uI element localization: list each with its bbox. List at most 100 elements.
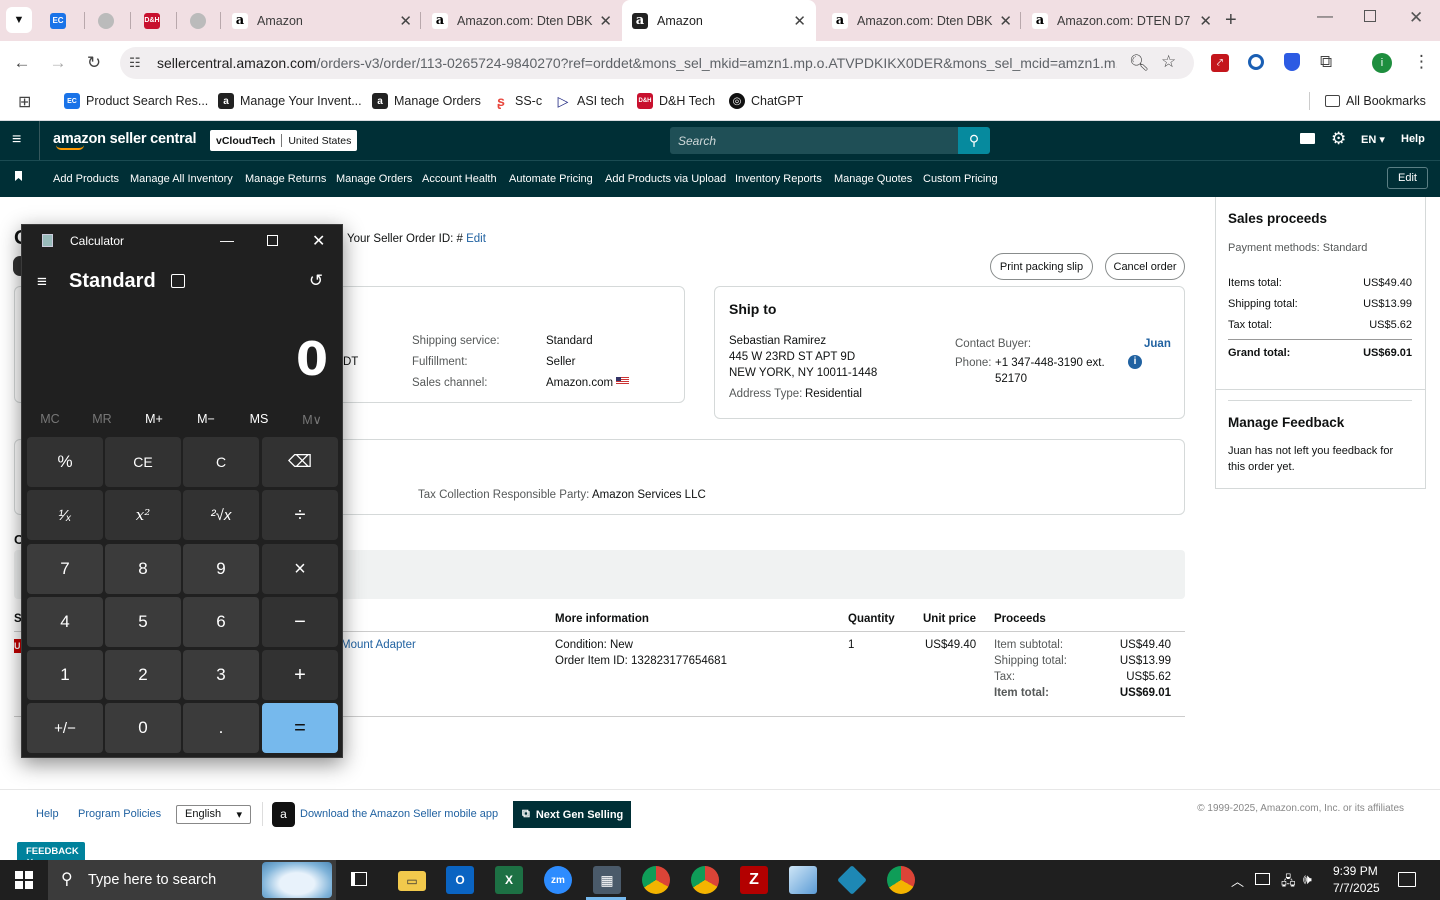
keep-on-top-icon[interactable]: [171, 274, 185, 288]
equals-button[interactable]: =: [262, 703, 338, 753]
site-info-icon[interactable]: ☷: [129, 55, 141, 71]
cancel-order-button[interactable]: Cancel order: [1105, 253, 1185, 280]
feedback-tab[interactable]: FEEDBACK ✕: [17, 842, 85, 868]
memory-subtract-button[interactable]: M−: [186, 412, 226, 426]
calculator-taskbar-icon[interactable]: ▦: [593, 866, 621, 894]
print-packing-slip-button[interactable]: Print packing slip: [990, 253, 1093, 280]
extension-blue-icon[interactable]: [1248, 54, 1264, 70]
item-title-link[interactable]: Mount Adapter: [341, 639, 416, 651]
contact-buyer-link[interactable]: Juan: [1144, 338, 1171, 350]
clear-entry-button[interactable]: CE: [105, 437, 181, 487]
digit-6-button[interactable]: 6: [183, 597, 259, 647]
nav-inventory-reports[interactable]: Inventory Reports: [735, 173, 822, 185]
digit-1-button[interactable]: 1: [27, 650, 103, 700]
zoom-icon[interactable]: 🔍︎: [1129, 53, 1149, 73]
browser-tab[interactable]: a Amazon ✕: [232, 0, 412, 41]
extension-pdf-icon[interactable]: ⤤: [1211, 54, 1229, 72]
bookmark-item[interactable]: ▷ ASI tech: [555, 92, 625, 110]
store-switcher[interactable]: vCloudTech United States: [210, 130, 358, 151]
gear-icon[interactable]: ⚙: [1331, 129, 1346, 149]
footer-policies-link[interactable]: Program Policies: [78, 808, 161, 820]
tab-pinned-4[interactable]: [190, 0, 212, 41]
close-icon[interactable]: ✕: [399, 12, 412, 30]
digit-9-button[interactable]: 9: [183, 544, 259, 594]
tray-chevron-icon[interactable]: ︿: [1231, 871, 1244, 890]
calc-close-icon[interactable]: ✕: [312, 231, 325, 251]
backspace-button[interactable]: ⌫: [262, 437, 338, 487]
bookmark-item[interactable]: EC Product Search Res...: [64, 92, 208, 110]
zoom-app-icon[interactable]: zm: [544, 866, 572, 894]
bookmark-item[interactable]: a Manage Your Invent...: [218, 92, 362, 110]
bookmark-item[interactable]: a Manage Orders: [372, 92, 481, 110]
nav-manage-quotes[interactable]: Manage Quotes: [834, 173, 912, 185]
multiply-button[interactable]: ×: [262, 544, 338, 594]
forward-icon[interactable]: →: [44, 49, 72, 77]
memory-recall-button[interactable]: MR: [82, 412, 122, 426]
calc-minimize-icon[interactable]: —: [220, 232, 234, 248]
task-view-icon[interactable]: [351, 872, 367, 886]
memory-list-button[interactable]: M∨: [292, 412, 332, 427]
help-link[interactable]: Help: [1401, 133, 1425, 145]
tab-pinned-1[interactable]: EC: [50, 0, 72, 41]
percent-button[interactable]: %: [27, 437, 103, 487]
network-icon[interactable]: 🖧︎: [1281, 872, 1296, 894]
tab-pinned-2[interactable]: [98, 0, 120, 41]
language-selector[interactable]: EN ▾: [1361, 133, 1385, 146]
digit-3-button[interactable]: 3: [183, 650, 259, 700]
memory-store-button[interactable]: MS: [239, 412, 279, 426]
square-root-button[interactable]: ²√x: [183, 490, 259, 540]
next-gen-selling-button[interactable]: ⧉ Next Gen Selling: [513, 801, 631, 828]
close-icon[interactable]: ✕: [793, 12, 806, 30]
minimize-icon[interactable]: —: [1317, 8, 1333, 26]
seller-order-edit-link[interactable]: Edit: [466, 233, 486, 245]
footer-help-link[interactable]: Help: [36, 808, 59, 820]
search-input[interactable]: Search: [670, 127, 960, 154]
close-icon[interactable]: ✕: [1199, 12, 1212, 30]
square-button[interactable]: x²: [105, 490, 181, 540]
digit-8-button[interactable]: 8: [105, 544, 181, 594]
browser-menu-icon[interactable]: ⋮: [1413, 52, 1430, 72]
clock-time[interactable]: 9:39 PM: [1333, 864, 1378, 878]
memory-add-button[interactable]: M+: [134, 412, 174, 426]
browser-tab-active[interactable]: a Amazon ✕: [622, 0, 816, 41]
nav-automate-pricing[interactable]: Automate Pricing: [509, 173, 593, 185]
notifications-icon[interactable]: [1398, 872, 1416, 887]
chrome-icon[interactable]: [642, 866, 670, 894]
digit-7-button[interactable]: 7: [27, 544, 103, 594]
extension-shield-icon[interactable]: [1284, 53, 1300, 71]
close-window-icon[interactable]: ✕: [1409, 8, 1423, 28]
windows-start-icon[interactable]: [15, 871, 33, 889]
browser-tab[interactable]: a Amazon.com: Dten DBK ✕: [432, 0, 612, 41]
nav-manage-returns[interactable]: Manage Returns: [245, 173, 326, 185]
history-icon[interactable]: ↺: [309, 271, 323, 291]
bookmark-star-icon[interactable]: ☆: [1161, 52, 1176, 72]
negate-button[interactable]: +/−: [27, 703, 103, 753]
edit-nav-button[interactable]: Edit: [1387, 167, 1428, 189]
clear-button[interactable]: C: [183, 437, 259, 487]
tray-app-icon[interactable]: [1255, 873, 1270, 885]
notes-app-icon[interactable]: [789, 866, 817, 894]
decimal-button[interactable]: .: [183, 703, 259, 753]
reload-icon[interactable]: ↻: [80, 49, 108, 77]
close-icon[interactable]: ✕: [599, 12, 612, 30]
nav-account-health[interactable]: Account Health: [422, 173, 497, 185]
close-icon[interactable]: ✕: [999, 12, 1012, 30]
bookmark-item[interactable]: ʂ SS-c: [493, 92, 542, 110]
apps-grid-icon[interactable]: ⊞: [18, 92, 31, 112]
digit-2-button[interactable]: 2: [105, 650, 181, 700]
bookmark-item[interactable]: D&H D&H Tech: [637, 92, 715, 110]
nav-manage-all-inventory[interactable]: Manage All Inventory: [130, 173, 233, 185]
footer-app-link[interactable]: Download the Amazon Seller mobile app: [300, 808, 498, 820]
profile-avatar[interactable]: i: [1372, 53, 1392, 73]
add-button[interactable]: +: [262, 650, 338, 700]
divide-button[interactable]: ÷: [262, 490, 338, 540]
extensions-puzzle-icon[interactable]: ⧉: [1320, 52, 1332, 72]
new-tab-icon[interactable]: +: [1225, 9, 1237, 32]
memory-clear-button[interactable]: MC: [30, 412, 70, 426]
nav-custom-pricing[interactable]: Custom Pricing: [923, 173, 998, 185]
all-bookmarks[interactable]: All Bookmarks: [1325, 92, 1426, 110]
tab-pinned-3[interactable]: D&H: [144, 0, 166, 41]
chrome-profile-icon[interactable]: [691, 866, 719, 894]
browser-tab[interactable]: a Amazon.com: Dten DBK ✕: [832, 0, 1012, 41]
calc-menu-icon[interactable]: ≡: [37, 272, 47, 292]
